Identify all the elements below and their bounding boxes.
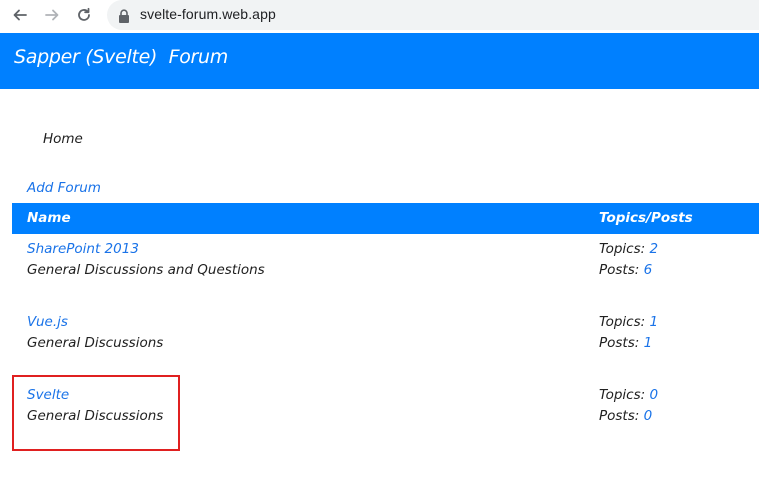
posts-count-link[interactable]: 0: [644, 408, 653, 424]
topics-count: Topics: 0: [599, 387, 658, 403]
topics-label: Topics:: [599, 387, 650, 403]
app-header: Sapper (Svelte) Forum: [0, 33, 759, 89]
browser-toolbar: svelte-forum.web.app: [0, 0, 759, 33]
column-header-name: Name: [27, 210, 71, 226]
forum-row: SharePoint 2013 General Discussions and …: [12, 241, 759, 301]
app-title[interactable]: Sapper (Svelte) Forum: [14, 46, 228, 68]
column-header-topics-posts: Topics/Posts: [599, 210, 693, 226]
highlight-box: [12, 375, 180, 451]
posts-count-link[interactable]: 6: [644, 262, 653, 278]
lock-icon: [118, 8, 130, 23]
topics-count-link[interactable]: 0: [649, 387, 658, 403]
topics-count: Topics: 1: [599, 314, 658, 330]
reload-icon[interactable]: [74, 5, 94, 25]
back-icon[interactable]: [10, 5, 30, 25]
forum-table-header: Name Topics/Posts: [12, 203, 759, 234]
topics-count: Topics: 2: [599, 241, 658, 257]
forum-description: General Discussions and Questions: [27, 262, 265, 278]
forum-link-sharepoint[interactable]: SharePoint 2013: [27, 241, 139, 257]
posts-count: Posts: 1: [599, 335, 652, 351]
topics-count-link[interactable]: 2: [649, 241, 658, 257]
posts-count-link[interactable]: 1: [644, 335, 653, 351]
topics-label: Topics:: [599, 314, 650, 330]
posts-count: Posts: 0: [599, 408, 652, 424]
forum-description: General Discussions: [27, 335, 164, 351]
breadcrumb-home[interactable]: Home: [43, 131, 83, 147]
topics-label: Topics:: [599, 241, 650, 257]
posts-label: Posts:: [599, 408, 644, 424]
add-forum-link[interactable]: Add Forum: [27, 180, 101, 196]
forward-icon[interactable]: [42, 5, 62, 25]
forum-row: Vue.js General Discussions Topics: 1 Pos…: [12, 314, 759, 374]
posts-count: Posts: 6: [599, 262, 652, 278]
posts-label: Posts:: [599, 262, 644, 278]
url-text[interactable]: svelte-forum.web.app: [140, 6, 276, 22]
posts-label: Posts:: [599, 335, 644, 351]
forum-link-vuejs[interactable]: Vue.js: [27, 314, 68, 330]
topics-count-link[interactable]: 1: [649, 314, 658, 330]
